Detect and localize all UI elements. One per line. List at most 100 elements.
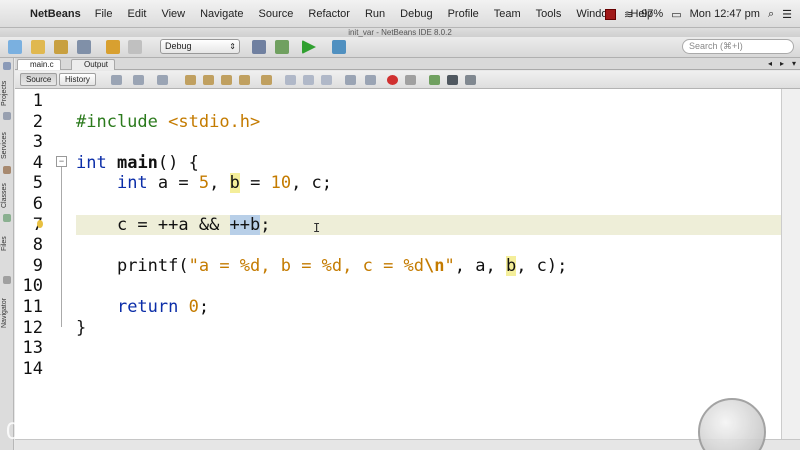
- keyword: return: [116, 297, 179, 317]
- toggle-highlight-icon[interactable]: [239, 75, 250, 85]
- battery-percent[interactable]: 97%: [641, 8, 663, 20]
- panel-projects[interactable]: Projects: [1, 81, 8, 106]
- code-line-4: int main() {: [76, 153, 199, 174]
- panel-classes[interactable]: Classes: [1, 183, 8, 208]
- panel-files[interactable]: Files: [1, 236, 8, 251]
- code-line-12: }: [76, 318, 86, 339]
- escape-sequence: \n: [424, 255, 445, 276]
- tab-main-c[interactable]: main.c: [17, 59, 61, 70]
- line-number: 2: [32, 111, 43, 132]
- notification-center-icon[interactable]: ☰: [782, 8, 792, 21]
- window-title: init_var - NetBeans IDE 8.0.2: [348, 28, 452, 37]
- next-bookmark-icon[interactable]: [303, 75, 314, 85]
- number-literal: 10: [270, 173, 292, 194]
- panel-navigator[interactable]: Navigator: [1, 298, 8, 328]
- uncomment-icon[interactable]: [447, 75, 458, 85]
- forward-icon[interactable]: [157, 75, 168, 85]
- include-header: <stdio.h>: [168, 111, 261, 132]
- clean-build-icon[interactable]: [275, 40, 289, 54]
- build-icon[interactable]: [252, 40, 266, 54]
- text-selection: ++b: [229, 214, 261, 235]
- scroll-tabs-right-icon[interactable]: ▸: [780, 59, 784, 68]
- code-text: () {: [157, 152, 199, 173]
- previous-bookmark-icon[interactable]: [285, 75, 296, 85]
- battery-icon[interactable]: ▭: [671, 8, 681, 21]
- start-macro-icon[interactable]: [387, 75, 398, 85]
- search-placeholder: Search (⌘+I): [689, 41, 743, 51]
- code-text: ;: [260, 214, 271, 235]
- projects-icon[interactable]: [3, 62, 11, 70]
- menu-view[interactable]: View: [161, 8, 185, 20]
- shift-right-icon[interactable]: [365, 75, 376, 85]
- hint-bulb-icon[interactable]: [37, 220, 43, 228]
- line-number: 3: [32, 132, 43, 153]
- menu-app-name[interactable]: NetBeans: [30, 8, 81, 20]
- tabs-list-icon[interactable]: ▾: [792, 59, 796, 68]
- code-text: ,: [209, 173, 230, 194]
- menu-navigate[interactable]: Navigate: [200, 8, 243, 20]
- find-previous-icon[interactable]: [203, 75, 214, 85]
- keyword: int: [116, 173, 148, 194]
- tab-output[interactable]: Output: [71, 59, 116, 70]
- source-button[interactable]: Source: [20, 73, 58, 86]
- code-text: }: [76, 317, 87, 338]
- last-edit-icon[interactable]: [111, 75, 122, 85]
- code-text: , a,: [454, 255, 506, 276]
- code-line-5: int a = 5, b = 10, c;: [76, 173, 332, 194]
- function-call: printf(: [116, 255, 189, 276]
- line-number-gutter: 1 2 3 4 5 6 7 8 9 10 11 12 13 14 −: [15, 89, 67, 439]
- menu-file[interactable]: File: [95, 8, 113, 20]
- toggle-rect-selection-icon[interactable]: [261, 75, 272, 85]
- number-literal: 5: [198, 173, 210, 194]
- find-selection-icon[interactable]: [185, 75, 196, 85]
- horizontal-scrollbar[interactable]: [15, 439, 800, 450]
- spotlight-search-icon[interactable]: ⌕: [768, 8, 774, 21]
- redo-icon[interactable]: [128, 40, 142, 54]
- fold-guide-line: [61, 167, 62, 327]
- menu-run[interactable]: Run: [365, 8, 385, 20]
- vertical-scrollbar[interactable]: [781, 89, 800, 439]
- history-button[interactable]: History: [59, 73, 96, 86]
- left-panel-strip: Projects Services Classes Files Navigato…: [0, 58, 14, 450]
- classes-icon[interactable]: [3, 166, 11, 174]
- undo-icon[interactable]: [106, 40, 120, 54]
- code-text: ;: [198, 297, 210, 317]
- code-line-7: c = ++a && ++b;: [76, 214, 271, 236]
- back-icon[interactable]: [133, 75, 144, 85]
- save-all-icon[interactable]: [77, 40, 91, 54]
- new-project-icon[interactable]: [31, 40, 45, 54]
- code-text: , c);: [516, 255, 568, 276]
- menu-refactor[interactable]: Refactor: [308, 8, 350, 20]
- menu-debug[interactable]: Debug: [400, 8, 432, 20]
- comment-icon[interactable]: [429, 75, 440, 85]
- menu-source[interactable]: Source: [259, 8, 294, 20]
- code-line-2: #include <stdio.h>: [76, 112, 260, 133]
- configuration-select[interactable]: Debug ⇕: [160, 39, 240, 54]
- record-indicator-icon[interactable]: [604, 8, 616, 20]
- search-input[interactable]: Search (⌘+I): [682, 39, 794, 54]
- number-literal: 0: [188, 297, 199, 317]
- services-icon[interactable]: [3, 112, 11, 120]
- run-icon[interactable]: [302, 40, 316, 54]
- menu-edit[interactable]: Edit: [127, 8, 146, 20]
- scroll-tabs-left-icon[interactable]: ◂: [768, 59, 772, 68]
- code-editor[interactable]: 1 2 3 4 5 6 7 8 9 10 11 12 13 14 − #incl…: [15, 89, 781, 439]
- fold-collapse-icon[interactable]: −: [56, 156, 67, 167]
- new-file-icon[interactable]: [8, 40, 22, 54]
- shift-left-icon[interactable]: [345, 75, 356, 85]
- panel-services[interactable]: Services: [1, 132, 8, 159]
- menu-profile[interactable]: Profile: [448, 8, 479, 20]
- menu-team[interactable]: Team: [494, 8, 521, 20]
- find-next-icon[interactable]: [221, 75, 232, 85]
- debug-icon[interactable]: [332, 40, 346, 54]
- files-icon[interactable]: [3, 214, 11, 222]
- line-number: 14: [22, 358, 43, 379]
- toggle-bookmark-icon[interactable]: [321, 75, 332, 85]
- menu-tools[interactable]: Tools: [536, 8, 562, 20]
- format-icon[interactable]: [465, 75, 476, 85]
- menubar-clock[interactable]: Mon 12:47 pm: [690, 8, 760, 20]
- stop-macro-icon[interactable]: [405, 75, 416, 85]
- open-project-icon[interactable]: [54, 40, 68, 54]
- wifi-icon[interactable]: ≋: [624, 8, 633, 21]
- navigator-icon[interactable]: [3, 276, 11, 284]
